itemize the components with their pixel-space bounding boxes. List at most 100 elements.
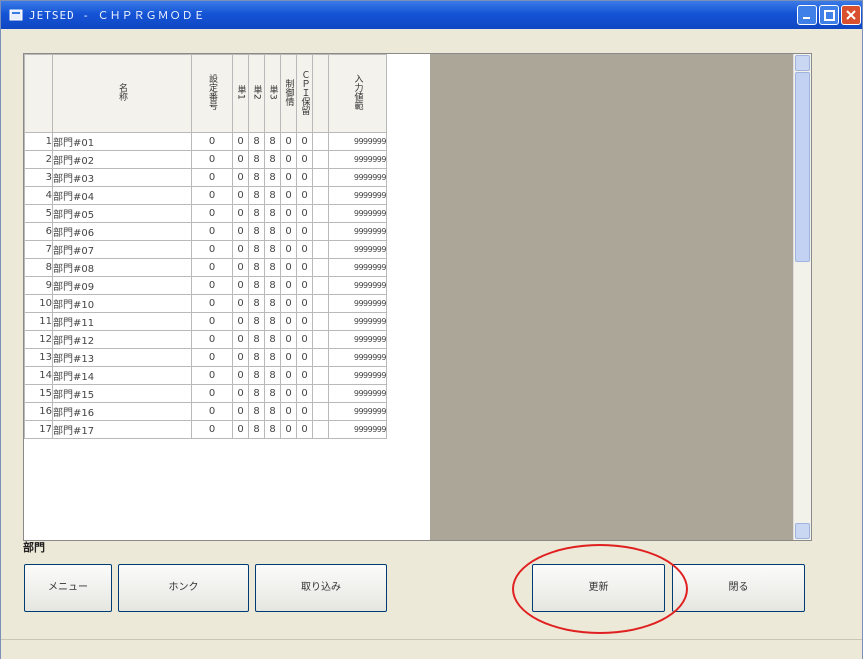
cell-value[interactable]: 0 — [232, 276, 249, 295]
cell-value[interactable]: 0 — [280, 402, 297, 421]
cell-value[interactable]: 0 — [280, 294, 297, 313]
cell-value[interactable]: 8 — [248, 330, 265, 349]
cell-value[interactable]: 0 — [232, 204, 249, 223]
table-row[interactable]: 17 部門#17 0 0 8 8 0 0 9999999 — [24, 420, 387, 439]
hong-button[interactable]: ホンク — [118, 564, 249, 612]
cell-value[interactable]: 0 — [280, 276, 297, 295]
cell-name[interactable]: 部門#12 — [52, 330, 192, 349]
cell-value[interactable]: 0 — [296, 366, 313, 385]
table-row[interactable]: 6 部門#06 0 0 8 8 0 0 9999999 — [24, 222, 387, 241]
cell-input-range[interactable]: 9999999 — [328, 348, 387, 367]
column-header-setting[interactable]: 設定番号 — [191, 54, 233, 133]
cell-input-range[interactable]: 9999999 — [328, 420, 387, 439]
cell-input-range[interactable]: 9999999 — [328, 168, 387, 187]
cell-value[interactable]: 0 — [280, 258, 297, 277]
table-row[interactable]: 1 部門#01 0 0 8 8 0 0 9999999 — [24, 132, 387, 151]
column-header-input-range[interactable]: 入力値範 — [328, 54, 387, 133]
cell-name[interactable]: 部門#01 — [52, 132, 192, 151]
cell-value[interactable]: 0 — [296, 168, 313, 187]
cell-value[interactable]: 8 — [248, 204, 265, 223]
cell-value[interactable]: 0 — [191, 330, 233, 349]
cell-value[interactable]: 0 — [191, 276, 233, 295]
table-row[interactable]: 13 部門#13 0 0 8 8 0 0 9999999 — [24, 348, 387, 367]
department-grid[interactable]: 名称 設定番号 単1 単2 単3 制御情 ＣＰＩ保留 入力値範 1 部門#01 0 0… — [23, 53, 812, 541]
cell-value[interactable]: 0 — [280, 240, 297, 259]
cell-name[interactable]: 部門#08 — [52, 258, 192, 277]
table-row[interactable]: 5 部門#05 0 0 8 8 0 0 9999999 — [24, 204, 387, 223]
cell-value[interactable]: 0 — [296, 312, 313, 331]
cell-name[interactable]: 部門#03 — [52, 168, 192, 187]
table-row[interactable]: 11 部門#11 0 0 8 8 0 0 9999999 — [24, 312, 387, 331]
cell-input-range[interactable]: 9999999 — [328, 312, 387, 331]
cell-name[interactable]: 部門#16 — [52, 402, 192, 421]
cell-value[interactable]: 0 — [191, 366, 233, 385]
cell-value[interactable]: 8 — [264, 132, 281, 151]
cell-input-range[interactable]: 9999999 — [328, 222, 387, 241]
cell-value[interactable]: 0 — [232, 312, 249, 331]
table-row[interactable]: 12 部門#12 0 0 8 8 0 0 9999999 — [24, 330, 387, 349]
cell-value[interactable]: 8 — [264, 294, 281, 313]
maximize-button[interactable] — [819, 5, 839, 25]
import-button[interactable]: 取り込み — [255, 564, 387, 612]
cell-value[interactable]: 0 — [296, 330, 313, 349]
cell-value[interactable]: 0 — [296, 276, 313, 295]
cell-value[interactable]: 8 — [248, 258, 265, 277]
cell-input-range[interactable]: 9999999 — [328, 186, 387, 205]
cell-value[interactable]: 8 — [248, 186, 265, 205]
cell-value[interactable]: 0 — [280, 420, 297, 439]
table-row[interactable]: 2 部門#02 0 0 8 8 0 0 9999999 — [24, 150, 387, 169]
cell-value[interactable]: 0 — [232, 294, 249, 313]
cell-value[interactable]: 0 — [232, 348, 249, 367]
table-row[interactable]: 7 部門#07 0 0 8 8 0 0 9999999 — [24, 240, 387, 259]
cell-value[interactable]: 8 — [264, 222, 281, 241]
cell-value[interactable]: 0 — [280, 348, 297, 367]
column-header-cpi[interactable]: ＣＰＩ保留 — [296, 54, 313, 133]
table-row[interactable]: 9 部門#09 0 0 8 8 0 0 9999999 — [24, 276, 387, 295]
cell-value[interactable]: 0 — [191, 384, 233, 403]
cell-value[interactable]: 0 — [191, 222, 233, 241]
scroll-thumb[interactable] — [795, 72, 810, 262]
cell-value[interactable]: 8 — [264, 312, 281, 331]
cell-value[interactable]: 0 — [232, 222, 249, 241]
cell-value[interactable]: 0 — [296, 384, 313, 403]
cell-value[interactable]: 8 — [264, 420, 281, 439]
cell-value[interactable]: 8 — [264, 384, 281, 403]
cell-input-range[interactable]: 9999999 — [328, 366, 387, 385]
table-row[interactable]: 14 部門#14 0 0 8 8 0 0 9999999 — [24, 366, 387, 385]
cell-input-range[interactable]: 9999999 — [328, 204, 387, 223]
cell-value[interactable]: 0 — [280, 168, 297, 187]
cell-value[interactable]: 0 — [232, 402, 249, 421]
cell-value[interactable]: 0 — [191, 240, 233, 259]
cell-name[interactable]: 部門#06 — [52, 222, 192, 241]
cell-value[interactable]: 0 — [232, 186, 249, 205]
cell-name[interactable]: 部門#02 — [52, 150, 192, 169]
cell-value[interactable]: 8 — [248, 222, 265, 241]
cell-value[interactable]: 8 — [248, 312, 265, 331]
cell-value[interactable]: 0 — [296, 132, 313, 151]
column-header-name[interactable]: 名称 — [52, 54, 192, 133]
cell-name[interactable]: 部門#14 — [52, 366, 192, 385]
cell-input-range[interactable]: 9999999 — [328, 240, 387, 259]
cell-value[interactable]: 0 — [191, 348, 233, 367]
table-row[interactable]: 10 部門#10 0 0 8 8 0 0 9999999 — [24, 294, 387, 313]
cell-value[interactable]: 8 — [264, 168, 281, 187]
vertical-scrollbar[interactable] — [793, 54, 811, 540]
cell-value[interactable]: 0 — [232, 420, 249, 439]
cell-value[interactable]: 8 — [248, 384, 265, 403]
cell-value[interactable]: 8 — [264, 240, 281, 259]
cell-input-range[interactable]: 9999999 — [328, 330, 387, 349]
cell-value[interactable]: 8 — [248, 366, 265, 385]
cell-value[interactable]: 0 — [296, 294, 313, 313]
cell-value[interactable]: 8 — [264, 186, 281, 205]
cell-value[interactable]: 8 — [248, 132, 265, 151]
column-header-control[interactable]: 制御情 — [280, 54, 297, 133]
cell-value[interactable]: 0 — [232, 384, 249, 403]
cell-value[interactable]: 0 — [191, 402, 233, 421]
cell-value[interactable]: 8 — [248, 420, 265, 439]
cell-value[interactable]: 8 — [248, 348, 265, 367]
column-header-tan1[interactable]: 単1 — [232, 54, 249, 133]
cell-input-range[interactable]: 9999999 — [328, 258, 387, 277]
cell-name[interactable]: 部門#07 — [52, 240, 192, 259]
column-header-tan2[interactable]: 単2 — [248, 54, 265, 133]
cell-value[interactable]: 0 — [280, 150, 297, 169]
